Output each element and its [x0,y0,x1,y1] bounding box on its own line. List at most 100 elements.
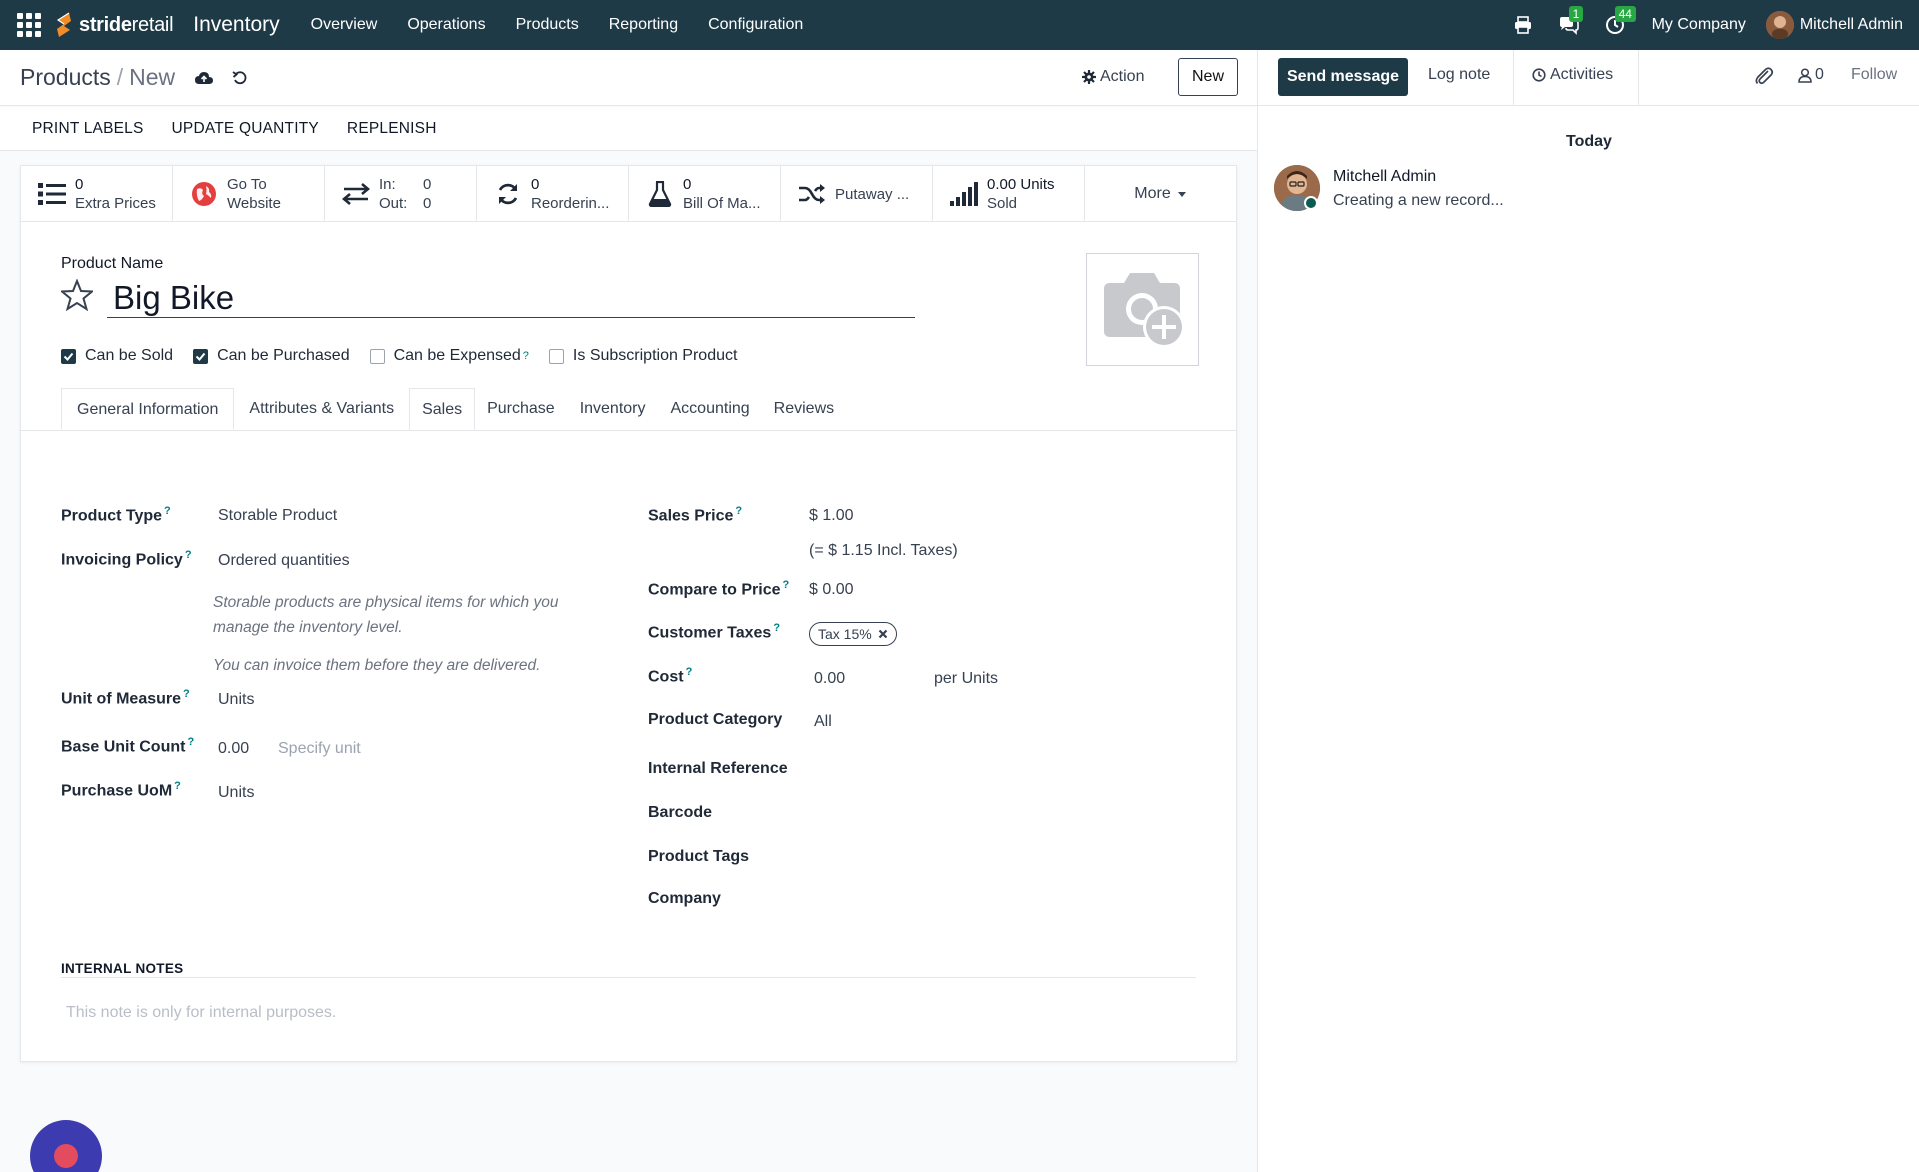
reordering-rules-button[interactable]: 0 Reorderin... [477,166,629,222]
follow-button[interactable]: Follow [1851,66,1897,84]
update-quantity-button[interactable]: UPDATE QUANTITY [158,120,333,138]
tab-inventory[interactable]: Inventory [567,388,659,430]
clock-icon [1532,68,1546,82]
units-sold-button[interactable]: 0.00 Units Sold [933,166,1085,222]
tab-general-information[interactable]: General Information [61,388,235,430]
product-type-select[interactable]: Storable Product [218,507,337,525]
print-icon[interactable] [1509,11,1537,39]
user-avatar [1765,11,1794,39]
compare-price-input[interactable]: $ 0.00 [809,581,853,599]
specify-unit-input[interactable]: Specify unit [278,740,361,758]
log-note-button[interactable]: Log note [1428,66,1490,84]
activities-label: Activities [1550,66,1614,83]
company-switcher[interactable]: My Company [1652,16,1746,34]
followers-count: 0 [1815,66,1824,83]
in-out-moves-button[interactable]: In: 0 Out: 0 [325,166,477,222]
out-value: 0 [423,195,432,212]
purchase-uom-label: Purchase UoM? [61,780,181,800]
separator [1638,50,1639,106]
uom-select[interactable]: Units [218,691,254,709]
form-statusbar: PRINT LABELS UPDATE QUANTITY REPLENISH [0,107,1257,151]
menu-configuration[interactable]: Configuration [693,16,818,34]
tab-attributes-variants[interactable]: Attributes & Variants [234,388,409,430]
notebook-tabs: General Information Attributes & Variant… [61,388,1236,430]
product-tags-label: Product Tags [648,848,750,865]
tab-reviews[interactable]: Reviews [762,388,846,430]
action-menu-button[interactable]: Action [1078,62,1148,92]
go-to-website-button[interactable]: Go To Website [173,166,325,222]
help-icon[interactable]: ? [523,350,529,362]
breadcrumb-parent[interactable]: Products [20,64,111,91]
more-smart-buttons[interactable]: More [1085,166,1236,222]
invoicing-policy-select[interactable]: Ordered quantities [218,552,350,570]
notes-divider [61,977,1196,978]
menu-products[interactable]: Products [501,16,594,34]
menu-overview[interactable]: Overview [296,16,393,34]
navbar-systray: 1 44 My Company Mitchell Admin [1500,0,1919,50]
sold-value: 0.00 Units [987,176,1055,193]
separator [1513,50,1514,106]
app-name[interactable]: Inventory [193,13,279,37]
brand-logo[interactable]: strideretail [53,10,174,40]
camera-add-icon [1103,272,1185,348]
uom-label: Unit of Measure? [61,688,190,708]
category-select[interactable]: All [814,713,832,731]
discard-undo-icon[interactable] [229,67,251,89]
menu-reporting[interactable]: Reporting [594,16,693,34]
can-be-purchased-checkbox[interactable]: Can be Purchased [193,347,350,365]
paperclip-icon[interactable] [1753,65,1775,87]
user-icon [1798,67,1812,83]
reordering-label: Reorderin... [531,195,610,212]
base-unit-count-label: Base Unit Count? [61,736,195,756]
sales-price-input[interactable]: $ 1.00 [809,507,853,525]
favorite-star-icon[interactable] [61,279,93,311]
remove-tag-icon[interactable] [878,629,888,639]
send-message-button[interactable]: Send message [1278,58,1408,96]
product-name-label: Product Name [61,255,164,272]
print-labels-button[interactable]: PRINT LABELS [18,120,158,138]
tab-accounting[interactable]: Accounting [659,388,762,430]
replenish-button[interactable]: REPLENISH [333,120,451,138]
product-image-upload[interactable] [1086,253,1199,366]
putaway-rules-button[interactable]: Putaway ... [781,166,933,222]
is-subscription-checkbox[interactable]: Is Subscription Product [548,347,737,365]
action-label: Action [1100,68,1145,85]
activities-clock-icon[interactable]: 44 [1601,6,1636,39]
save-cloud-icon[interactable] [193,67,215,89]
message-author[interactable]: Mitchell Admin [1333,168,1436,186]
messages-icon[interactable]: 1 [1555,6,1584,39]
invoicing-help: You can invoice them before they are del… [213,657,541,674]
control-panel: Products / New Action New [0,50,1257,106]
cost-input[interactable]: 0.00 [814,670,845,688]
tax-tag[interactable]: Tax 15% [809,622,897,646]
extra-prices-button[interactable]: 0 Extra Prices [21,166,173,222]
base-unit-count-input[interactable]: 0.00 [218,740,249,758]
signal-bars-icon [949,179,979,209]
menu-operations[interactable]: Operations [392,16,500,34]
tab-sales[interactable]: Sales [409,388,476,430]
refresh-icon [493,179,523,209]
internal-notes-input[interactable]: This note is only for internal purposes. [66,1004,336,1022]
tab-purchase[interactable]: Purchase [475,388,567,430]
bill-of-materials-button[interactable]: 0 Bill Of Ma... [629,166,781,222]
new-button[interactable]: New [1178,58,1238,96]
reordering-count: 0 [531,176,540,193]
barcode-label: Barcode [648,804,713,821]
purchase-uom-select[interactable]: Units [218,784,254,802]
can-be-expensed-label: Can be Expensed [393,347,521,364]
followers-button[interactable]: 0 [1798,66,1824,84]
date-separator: Today [1566,133,1612,150]
messages-badge: 1 [1568,6,1584,22]
brand-name: strideretail [79,13,174,36]
product-name-input[interactable] [107,278,915,318]
apps-menu-icon[interactable] [15,11,43,39]
can-be-sold-checkbox[interactable]: Can be Sold [61,347,173,365]
internal-notes-title: INTERNAL NOTES [61,961,184,976]
breadcrumb-separator: / [116,64,124,90]
user-menu[interactable]: Mitchell Admin [1765,11,1903,39]
activities-button[interactable]: Activities [1532,66,1613,84]
livechat-bubble[interactable] [30,1120,102,1172]
category-label: Product Category [648,711,783,728]
can-be-expensed-checkbox[interactable]: Can be Expensed? [369,347,529,365]
in-label: In: [379,176,396,193]
